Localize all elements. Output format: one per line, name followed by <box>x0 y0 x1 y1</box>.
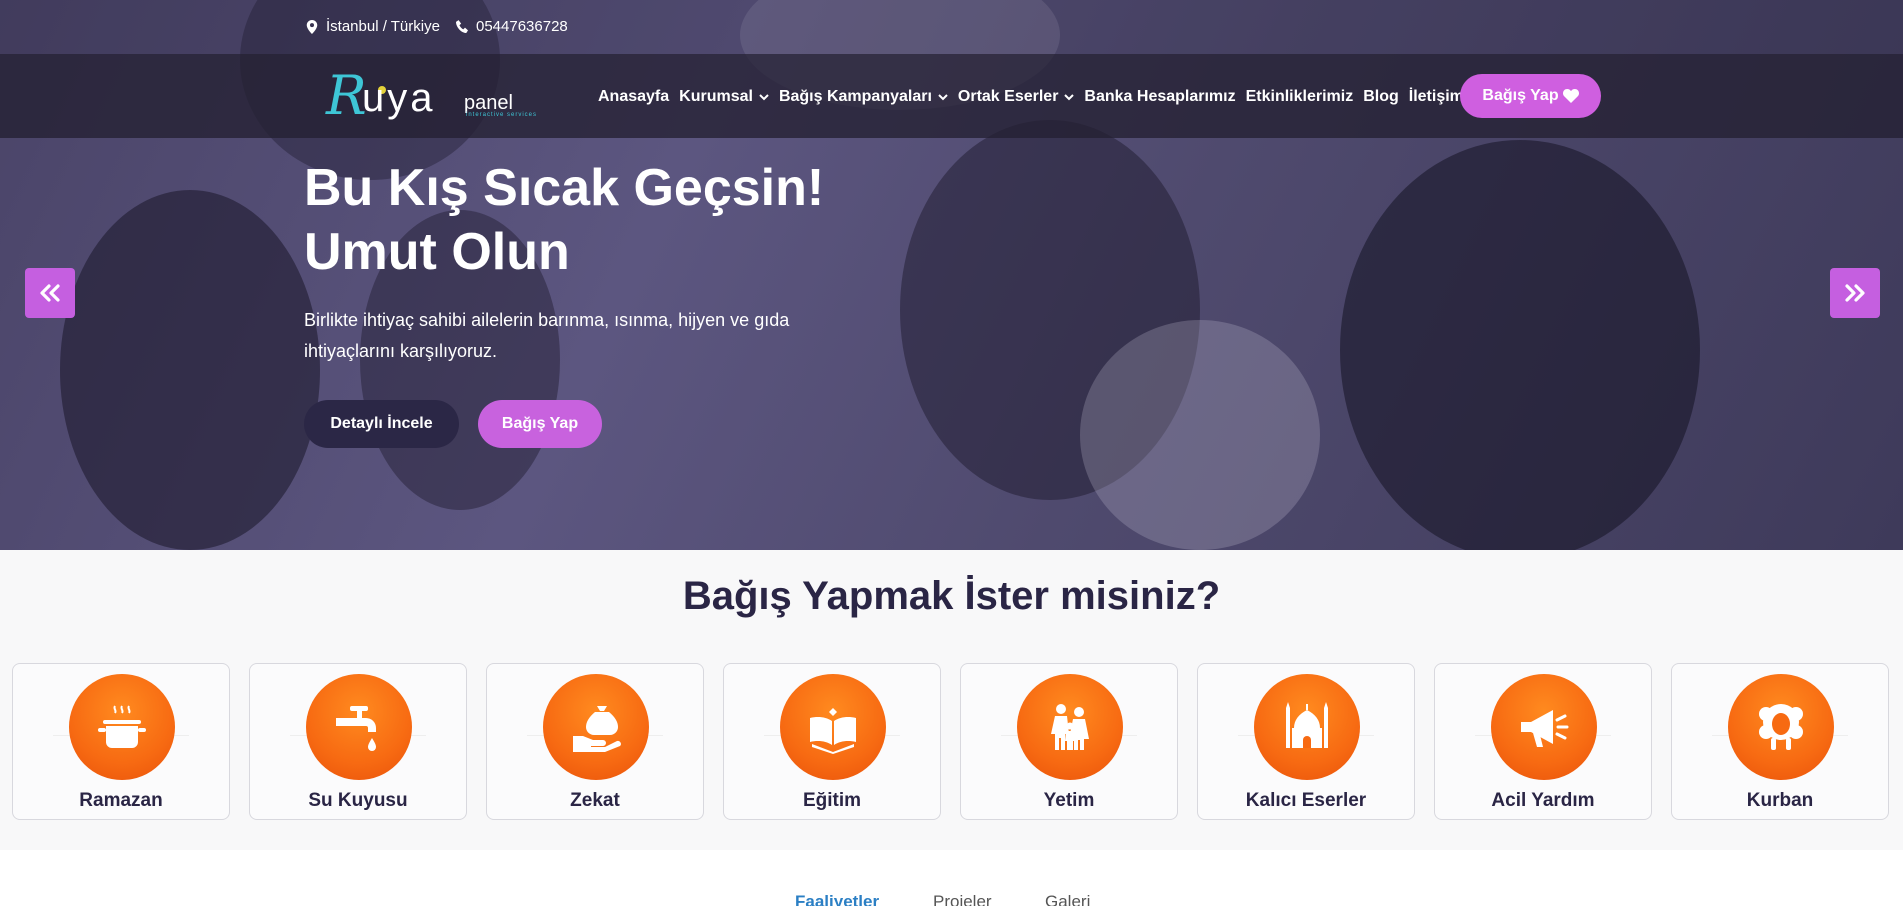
mosque-icon <box>1286 702 1328 748</box>
logo-suffix: panel <box>464 92 513 114</box>
hero-slider: İstanbul / Türkiye 05447636728 R uya pan… <box>0 0 1903 550</box>
hero-background-shape <box>60 190 320 550</box>
top-info-bar: İstanbul / Türkiye 05447636728 <box>0 0 1903 54</box>
hero-title-line: Umut Olun <box>304 223 570 281</box>
phone-number[interactable]: 05447636728 <box>476 18 568 35</box>
category-label: Kalıcı Eserler <box>1245 790 1367 811</box>
category-icon-circle <box>780 674 886 780</box>
nav-item-blog[interactable]: Blog <box>1363 88 1399 106</box>
category-icon-circle <box>1728 674 1834 780</box>
category-icon-circle <box>543 674 649 780</box>
phone-icon <box>456 19 468 33</box>
category-card-zekat[interactable]: Zekat <box>486 663 704 820</box>
sheep-icon <box>1759 704 1803 750</box>
nav-item-label: Bağış Kampanyaları <box>778 88 932 105</box>
cooking-pot-icon <box>98 705 146 748</box>
nav-item-etkinliklerimiz[interactable]: Etkinliklerimiz <box>1246 88 1354 106</box>
heart-icon <box>1562 89 1579 103</box>
double-chevron-left-icon <box>40 284 60 302</box>
nav-item-label: Kurumsal <box>679 88 753 105</box>
logo-letter: R <box>326 64 367 127</box>
nav-item-label: Etkinliklerimiz <box>1245 88 1354 105</box>
nav-item-bagis-kampanyalari[interactable]: Bağış Kampanyaları <box>779 88 948 106</box>
category-card-kalici-eserler[interactable]: Kalıcı Eserler <box>1197 663 1415 820</box>
slider-next-button[interactable] <box>1830 268 1880 318</box>
water-tap-icon <box>336 706 376 751</box>
open-book-icon <box>810 708 856 754</box>
hero-background-shape <box>1080 320 1320 550</box>
chevron-down-icon <box>1064 93 1075 100</box>
category-card-egitim[interactable]: Eğitim <box>723 663 941 820</box>
category-card-su-kuyusu[interactable]: Su Kuyusu <box>249 663 467 820</box>
category-label: Acil Yardım <box>1491 790 1595 811</box>
site-logo[interactable]: R uya panel interactive services <box>326 68 546 124</box>
location-info: İstanbul / Türkiye <box>306 18 440 35</box>
category-label: Yetim <box>1043 790 1095 811</box>
nav-item-kurumsal[interactable]: Kurumsal <box>679 88 769 106</box>
nav-menu: Anasayfa Kurumsal Bağış Kampanyaları Ort… <box>598 88 1464 106</box>
category-label: Ramazan <box>79 790 163 811</box>
main-navbar: R uya panel interactive services Anasayf… <box>0 54 1903 138</box>
nav-item-label: İletişim <box>1408 88 1464 105</box>
category-card-acil-yardim[interactable]: Acil Yardım <box>1434 663 1652 820</box>
hand-money-bag-icon <box>573 706 621 752</box>
family-icon <box>1051 704 1089 750</box>
nav-item-label: Banka Hesaplarımız <box>1084 88 1236 105</box>
tab-galeri[interactable]: Galeri <box>1045 892 1090 906</box>
nav-donate-label: Bağış Yap <box>1482 87 1559 104</box>
map-pin-icon <box>306 19 318 34</box>
chevron-down-icon <box>938 93 948 100</box>
category-icon-circle <box>69 674 175 780</box>
content-tabs: Faaliyetler Projeler Galeri <box>0 850 1903 906</box>
category-label: Eğitim <box>802 790 862 811</box>
nav-item-label: Blog <box>1363 88 1399 105</box>
nav-donate-button[interactable]: Bağış Yap <box>1460 74 1601 118</box>
logo-tagline: interactive services <box>466 112 538 118</box>
category-card-ramazan[interactable]: Ramazan <box>12 663 230 820</box>
category-label: Kurban <box>1746 790 1814 811</box>
nav-item-ortak-eserler[interactable]: Ortak Eserler <box>958 88 1075 106</box>
category-card-yetim[interactable]: Yetim <box>960 663 1178 820</box>
hero-description: Birlikte ihtiyaç sahibi ailelerin barınm… <box>304 310 790 361</box>
megaphone-icon <box>1521 710 1569 747</box>
category-icon-circle <box>306 674 412 780</box>
category-icon-circle <box>1017 674 1123 780</box>
slider-prev-button[interactable] <box>25 268 75 318</box>
chevron-down-icon <box>759 93 769 100</box>
category-label: Su Kuyusu <box>308 790 408 811</box>
tab-projeler[interactable]: Projeler <box>933 892 992 906</box>
nav-item-label: Ortak Eserler <box>957 88 1059 105</box>
location-text: İstanbul / Türkiye <box>326 18 440 35</box>
tab-faaliyetler[interactable]: Faaliyetler <box>795 892 879 906</box>
category-card-kurban[interactable]: Kurban <box>1671 663 1889 820</box>
hero-title-line: Bu Kış Sıcak Geçsin! <box>304 159 825 217</box>
hero-donate-button[interactable]: Bağış Yap <box>478 400 602 448</box>
double-chevron-right-icon <box>1845 284 1865 302</box>
category-icon-circle <box>1491 674 1597 780</box>
logo-wordmark: uya <box>362 76 436 120</box>
nav-item-anasayfa[interactable]: Anasayfa <box>598 88 669 106</box>
hero-title: Bu Kış Sıcak Geçsin! Umut Olun <box>304 156 824 284</box>
nav-item-label: Anasayfa <box>598 88 670 105</box>
hero-background-shape <box>1340 140 1700 550</box>
category-label: Zekat <box>570 790 620 811</box>
nav-item-iletisim[interactable]: İletişim <box>1409 88 1464 106</box>
detail-button[interactable]: Detaylı İncele <box>304 400 459 448</box>
category-icon-circle <box>1254 674 1360 780</box>
phone-info[interactable]: 05447636728 <box>456 18 568 35</box>
nav-item-banka-hesaplarimiz[interactable]: Banka Hesaplarımız <box>1084 88 1235 106</box>
donate-section-title: Bağış Yapmak İster misiniz? <box>682 574 1221 618</box>
